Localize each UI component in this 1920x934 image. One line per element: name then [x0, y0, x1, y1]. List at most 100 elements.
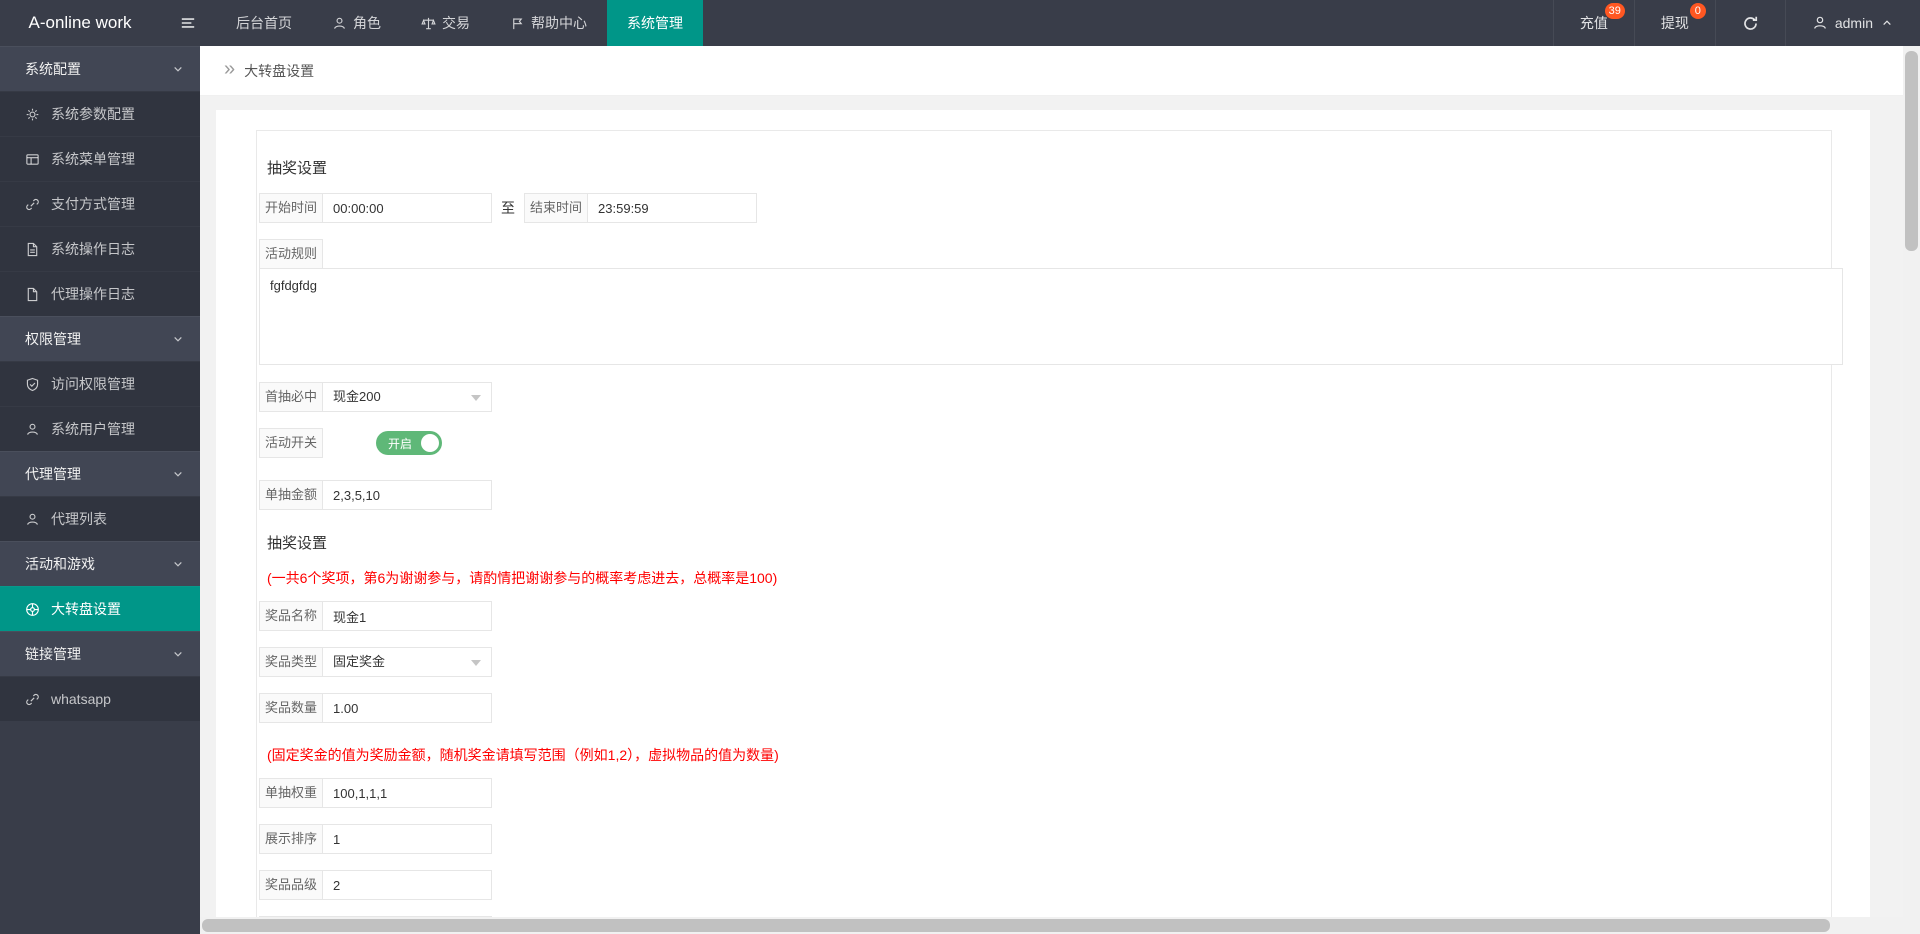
first-draw-row: 首抽必中 现金200 [259, 382, 1827, 412]
nav-item-roles[interactable]: 角色 [312, 0, 401, 46]
section2-title: 抽奖设置 [267, 532, 1827, 553]
sidebar-section-agents-label: 代理管理 [25, 464, 81, 484]
nav-item-trade[interactable]: 交易 [401, 0, 490, 46]
user-icon [1812, 15, 1828, 31]
start-time-label: 开始时间 [259, 193, 323, 223]
prize-quantity-row: 奖品数量 [259, 693, 1827, 723]
prize-name-input[interactable] [322, 601, 492, 631]
window-icon [25, 152, 40, 167]
link-icon [25, 197, 40, 212]
horizontal-scrollbar-thumb[interactable] [202, 919, 1830, 932]
refresh-icon [1742, 15, 1759, 32]
activity-switch-toggle[interactable]: 开启 [376, 431, 442, 455]
chevron-down-icon [471, 660, 481, 666]
sidebar-item-agent-list[interactable]: 代理列表 [0, 496, 200, 541]
activity-switch-label: 活动开关 [259, 428, 323, 458]
hamburger-icon [179, 14, 197, 32]
nav-item-roles-label: 角色 [353, 13, 381, 33]
sidebar-item-agent-op-logs-label: 代理操作日志 [51, 284, 135, 304]
header-right: 充值 39 提现 0 admin [1553, 0, 1920, 46]
user-icon [332, 16, 347, 31]
flag-icon [510, 16, 525, 31]
sidebar-section-activities-games[interactable]: 活动和游戏 [0, 541, 200, 586]
single-amount-input[interactable] [322, 480, 492, 510]
sidebar-item-system-menu[interactable]: 系统菜单管理 [0, 136, 200, 181]
nav-item-dashboard[interactable]: 后台首页 [216, 0, 312, 46]
vertical-scrollbar[interactable] [1903, 46, 1920, 934]
draw-weight-label: 单抽权重 [259, 778, 323, 808]
shield-check-icon [25, 377, 40, 392]
section1-title: 抽奖设置 [267, 157, 1827, 178]
horizontal-scrollbar[interactable] [200, 917, 1920, 934]
sidebar-nav: 系统配置系统参数配置系统菜单管理支付方式管理系统操作日志代理操作日志权限管理访问… [0, 46, 200, 934]
withdraw-button[interactable]: 提现 0 [1634, 0, 1715, 46]
prize-type-select[interactable]: 固定奖金 [322, 647, 492, 677]
nav-item-system-management[interactable]: 系统管理 [607, 0, 703, 46]
user-menu[interactable]: admin [1785, 0, 1920, 46]
content-card: 抽奖设置 开始时间 至 结束时间 活动规则 fgfdgfdg 首抽必中 现金20… [216, 110, 1870, 917]
user-icon [25, 422, 40, 437]
time-range-row: 开始时间 至 结束时间 [259, 193, 1827, 223]
sidebar-toggle-button[interactable] [160, 0, 216, 46]
chevron-up-icon [1880, 16, 1894, 30]
toggle-knob [421, 434, 439, 452]
sidebar-item-agent-op-logs[interactable]: 代理操作日志 [0, 271, 200, 316]
end-time-label: 结束时间 [524, 193, 588, 223]
activity-switch-row: 活动开关 开启 [259, 428, 1827, 458]
sidebar-item-system-op-logs[interactable]: 系统操作日志 [0, 226, 200, 271]
toggle-state-label: 开启 [388, 435, 412, 452]
chevron-down-icon [171, 332, 185, 346]
start-time-input[interactable] [322, 193, 492, 223]
nav-item-help-center[interactable]: 帮助中心 [490, 0, 607, 46]
sidebar-item-payment-methods-label: 支付方式管理 [51, 194, 135, 214]
prize-type-row: 奖品类型 固定奖金 [259, 647, 1827, 677]
gear-icon [25, 107, 40, 122]
double-chevron-right-icon: » [224, 59, 235, 79]
first-draw-select[interactable]: 现金200 [322, 382, 492, 412]
sidebar-item-payment-methods[interactable]: 支付方式管理 [0, 181, 200, 226]
sidebar-item-whatsapp[interactable]: whatsapp [0, 676, 200, 721]
draw-weight-row: 单抽权重 [259, 778, 1827, 808]
sidebar-item-access-permissions[interactable]: 访问权限管理 [0, 361, 200, 406]
nav-item-system-management-label: 系统管理 [627, 13, 683, 33]
sidebar-section-agents[interactable]: 代理管理 [0, 451, 200, 496]
sidebar-item-system-params[interactable]: 系统参数配置 [0, 91, 200, 136]
refresh-button[interactable] [1715, 0, 1785, 46]
rules-label: 活动规则 [259, 239, 323, 269]
sidebar-section-permissions[interactable]: 权限管理 [0, 316, 200, 361]
sidebar-item-system-params-label: 系统参数配置 [51, 104, 135, 124]
display-order-input[interactable] [322, 824, 492, 854]
range-separator: 至 [501, 198, 515, 218]
prize-grade-input[interactable] [322, 870, 492, 900]
sidebar-section-system-config-label: 系统配置 [25, 59, 81, 79]
doc-icon [25, 242, 40, 257]
sidebar-item-wheel-settings[interactable]: 大转盘设置 [0, 586, 200, 631]
sidebar-item-access-permissions-label: 访问权限管理 [51, 374, 135, 394]
recharge-button[interactable]: 充值 39 [1553, 0, 1634, 46]
draw-weight-input[interactable] [322, 778, 492, 808]
rules-textarea[interactable]: fgfdgfdg [259, 268, 1843, 365]
chevron-down-icon [171, 557, 185, 571]
display-order-row: 展示排序 [259, 824, 1827, 854]
sidebar-section-link-management[interactable]: 链接管理 [0, 631, 200, 676]
wheel-icon [25, 602, 40, 617]
app-logo: A-online work [0, 0, 160, 46]
chevron-down-icon [171, 467, 185, 481]
end-time-input[interactable] [587, 193, 757, 223]
recharge-badge: 39 [1605, 3, 1625, 19]
sidebar-item-wheel-settings-label: 大转盘设置 [51, 599, 121, 619]
sidebar-section-system-config[interactable]: 系统配置 [0, 46, 200, 91]
prize-type-selected-value: 固定奖金 [333, 654, 385, 669]
content-area: 抽奖设置 开始时间 至 结束时间 活动规则 fgfdgfdg 首抽必中 现金20… [200, 96, 1886, 917]
sidebar-section-link-management-label: 链接管理 [25, 644, 81, 664]
vertical-scrollbar-thumb[interactable] [1905, 51, 1918, 251]
main-area: » 大转盘设置 抽奖设置 开始时间 至 结束时间 活动规则 fgfdgfdg 首… [200, 46, 1903, 934]
sidebar-item-whatsapp-label: whatsapp [51, 691, 111, 707]
form-panel: 抽奖设置 开始时间 至 结束时间 活动规则 fgfdgfdg 首抽必中 现金20… [256, 130, 1832, 917]
nav-item-help-center-label: 帮助中心 [531, 13, 587, 33]
breadcrumb: » 大转盘设置 [200, 46, 1903, 96]
prize-quantity-input[interactable] [322, 693, 492, 723]
link-icon [25, 692, 40, 707]
sidebar-item-system-users-label: 系统用户管理 [51, 419, 135, 439]
sidebar-item-system-users[interactable]: 系统用户管理 [0, 406, 200, 451]
